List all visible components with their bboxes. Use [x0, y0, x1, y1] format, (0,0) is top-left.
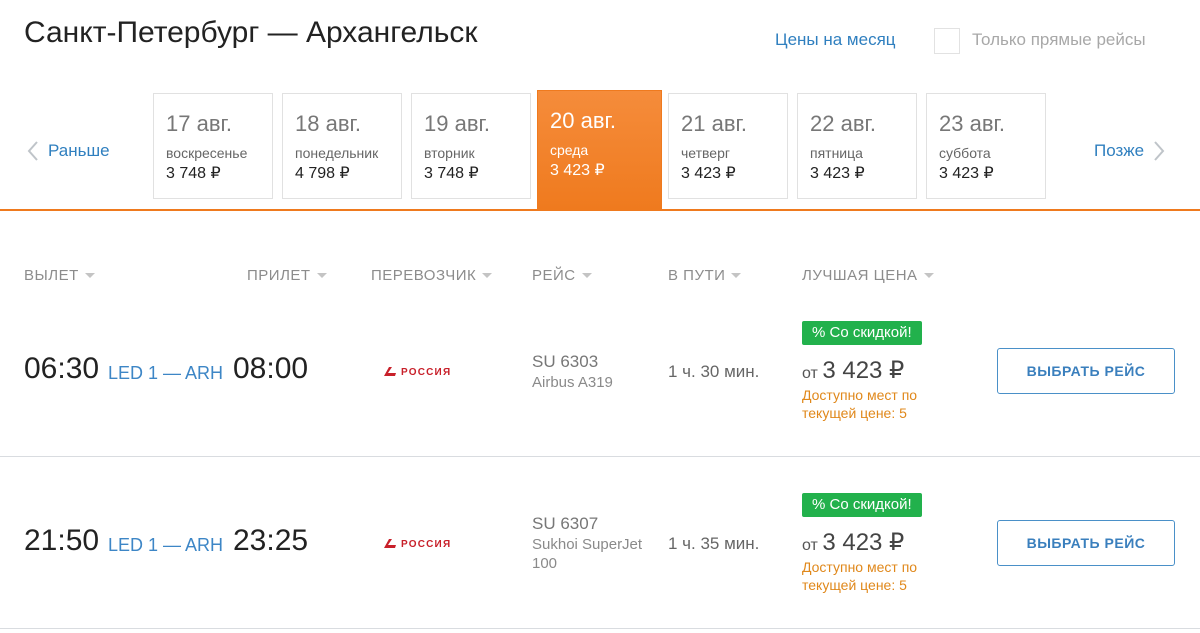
carrier-logo: РОССИЯ — [383, 366, 451, 378]
carousel-underline — [0, 209, 1200, 211]
airport-codes: LED 1 — ARH — [108, 363, 224, 383]
route-title: Санкт-Петербург — Архангельск — [24, 16, 478, 49]
rossiya-wing-icon — [384, 367, 396, 376]
sort-caret-icon — [731, 273, 742, 278]
date-card-weekday: пятница — [810, 145, 863, 161]
date-card-date: 20 авг. — [550, 108, 616, 133]
sort-caret-icon — [482, 273, 493, 278]
carrier-brand: РОССИЯ — [401, 538, 452, 550]
later-dates-label: Позже — [1094, 141, 1145, 160]
row-divider — [0, 456, 1200, 457]
flight-duration: 1 ч. 35 мин. — [668, 534, 760, 553]
chevron-right-icon — [1152, 140, 1166, 162]
aircraft-type: Sukhoi SuperJet 100 — [532, 536, 643, 572]
date-card-weekday: четверг — [681, 145, 730, 161]
best-price: от 3 423 ₽ — [802, 528, 904, 557]
earlier-dates-label: Раньше — [48, 141, 110, 160]
sort-carrier[interactable]: ПЕРЕВОЗЧИК — [371, 267, 493, 284]
column-header-label: ВЫЛЕТ — [24, 267, 79, 284]
date-card-23[interactable]: 23 авг. суббота 3 423 ₽ — [926, 93, 1046, 199]
select-flight-button[interactable]: ВЫБРАТЬ РЕЙС — [997, 348, 1175, 394]
flight-row: 21:50 LED 1 — ARH 23:25 РОССИЯ SU 6307 S… — [0, 482, 1200, 633]
date-card-price: 3 423 ₽ — [681, 165, 736, 182]
date-card-price: 4 798 ₽ — [295, 165, 350, 182]
flight-number: SU 6303 — [532, 352, 599, 371]
direct-only-label[interactable]: Только прямые рейсы — [972, 30, 1146, 50]
date-card-price: 3 748 ₽ — [424, 165, 479, 182]
date-card-weekday: воскресенье — [166, 145, 248, 161]
date-card-date: 21 авг. — [681, 111, 747, 136]
seats-available-note: Доступно мест по текущей цене: 5 — [802, 559, 918, 593]
flight-number: SU 6307 — [532, 514, 599, 533]
row-divider — [0, 628, 1200, 629]
sort-best-price[interactable]: ЛУЧШАЯ ЦЕНА — [802, 267, 934, 284]
sort-flight[interactable]: РЕЙС — [532, 267, 592, 284]
date-card-date: 22 авг. — [810, 111, 876, 136]
sort-caret-icon — [581, 273, 592, 278]
column-header-label: ПЕРЕВОЗЧИК — [371, 267, 477, 284]
sort-arrival[interactable]: ПРИЛЕТ — [247, 267, 327, 284]
departure-time: 06:30 — [24, 352, 100, 385]
column-header-label: ЛУЧШАЯ ЦЕНА — [802, 267, 918, 284]
date-card-date: 18 авг. — [295, 111, 361, 136]
date-card-date: 23 авг. — [939, 111, 1005, 136]
seats-available-note: Доступно мест по текущей цене: 5 — [802, 387, 918, 421]
flight-duration: 1 ч. 30 мин. — [668, 362, 760, 381]
later-dates-button[interactable]: Позже — [1094, 140, 1166, 162]
column-header-label: ПРИЛЕТ — [247, 267, 311, 284]
date-card-price: 3 423 ₽ — [939, 165, 994, 182]
price-amount: 3 423 ₽ — [822, 357, 905, 384]
carrier-logo: РОССИЯ — [383, 538, 451, 550]
column-header-label: В ПУТИ — [668, 267, 726, 284]
date-card-price: 3 423 ₽ — [810, 165, 865, 182]
date-card-17[interactable]: 17 авг. воскресенье 3 748 ₽ — [153, 93, 273, 199]
date-card-date: 17 авг. — [166, 111, 232, 136]
date-card-price: 3 748 ₽ — [166, 165, 221, 182]
best-price: от 3 423 ₽ — [802, 356, 904, 385]
sort-caret-icon — [84, 273, 95, 278]
arrival-time: 08:00 — [233, 352, 309, 385]
date-card-21[interactable]: 21 авг. четверг 3 423 ₽ — [668, 93, 788, 199]
date-card-date: 19 авг. — [424, 111, 490, 136]
carrier-brand: РОССИЯ — [401, 366, 452, 378]
date-card-weekday: среда — [550, 142, 589, 158]
sort-departure[interactable]: ВЫЛЕТ — [24, 267, 95, 284]
discount-badge: % Со скидкой! — [802, 321, 922, 345]
date-card-22[interactable]: 22 авг. пятница 3 423 ₽ — [797, 93, 917, 199]
airport-codes: LED 1 — ARH — [108, 535, 224, 555]
month-prices-link[interactable]: Цены на месяц — [775, 30, 896, 50]
departure-time: 21:50 — [24, 524, 100, 557]
select-flight-button[interactable]: ВЫБРАТЬ РЕЙС — [997, 520, 1175, 566]
earlier-dates-button[interactable]: Раньше — [26, 140, 110, 162]
aircraft-type: Airbus A319 — [532, 374, 613, 391]
direct-only-checkbox[interactable] — [934, 28, 960, 54]
discount-badge: % Со скидкой! — [802, 493, 922, 517]
date-card-19[interactable]: 19 авг. вторник 3 748 ₽ — [411, 93, 531, 199]
date-card-20-selected[interactable]: 20 авг. среда 3 423 ₽ — [537, 90, 662, 211]
arrival-time: 23:25 — [233, 524, 309, 557]
sort-caret-icon — [316, 273, 327, 278]
date-card-18[interactable]: 18 авг. понедельник 4 798 ₽ — [282, 93, 402, 199]
date-card-weekday: суббота — [939, 145, 991, 161]
price-amount: 3 423 ₽ — [822, 529, 905, 556]
flight-search-page: Санкт-Петербург — Архангельск Цены на ме… — [0, 0, 1200, 633]
price-prefix: от — [802, 365, 818, 382]
column-header-label: РЕЙС — [532, 267, 576, 284]
sort-caret-icon — [923, 273, 934, 278]
rossiya-wing-icon — [384, 539, 396, 548]
sort-duration[interactable]: В ПУТИ — [668, 267, 742, 284]
date-card-price: 3 423 ₽ — [550, 162, 605, 179]
date-card-weekday: понедельник — [295, 145, 379, 161]
chevron-left-icon — [26, 140, 40, 162]
flight-row: 06:30 LED 1 — ARH 08:00 РОССИЯ SU 6303 A… — [0, 310, 1200, 480]
price-prefix: от — [802, 537, 818, 554]
date-card-weekday: вторник — [424, 145, 475, 161]
